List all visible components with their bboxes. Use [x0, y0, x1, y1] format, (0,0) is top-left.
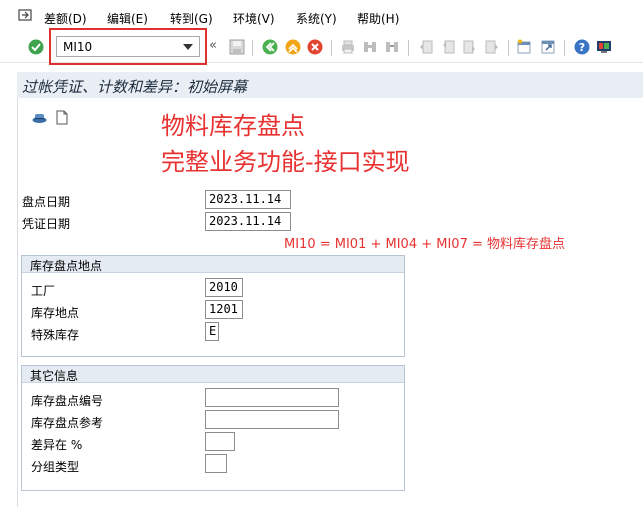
inventory-ref-field[interactable]: [205, 410, 339, 429]
annotation-subtitle: 完整业务功能-接口实现: [161, 148, 410, 176]
plant-label: 工厂: [31, 284, 56, 298]
document-icon[interactable]: [56, 110, 68, 125]
create-session-icon[interactable]: [516, 39, 532, 55]
cancel-icon[interactable]: [307, 39, 323, 55]
menu-item-difference[interactable]: 差额(D): [44, 10, 87, 27]
customize-layout-icon[interactable]: [596, 39, 612, 55]
last-page-icon[interactable]: [484, 39, 500, 55]
toolbar-separator: [564, 40, 565, 56]
inventory-doc-label: 库存盘点编号: [31, 394, 104, 408]
menu-item-edit[interactable]: 编辑(E): [107, 10, 148, 27]
count-date-field[interactable]: 2023.11.14: [205, 190, 291, 209]
toolbar-separator: [252, 40, 253, 56]
storage-location-label: 库存地点: [31, 306, 80, 320]
page-title: 过帐凭证、计数和差异：初始屏幕: [22, 78, 248, 96]
find-next-icon[interactable]: [384, 39, 400, 55]
difference-percent-field[interactable]: [205, 432, 235, 451]
svg-text:?: ?: [579, 41, 585, 54]
annotation-title: 物料库存盘点: [161, 112, 305, 140]
shortcut-icon[interactable]: [540, 39, 556, 55]
menu-item-goto[interactable]: 转到(G): [170, 10, 213, 27]
other-info-group-header: [22, 366, 404, 383]
difference-percent-label: 差异在 %: [31, 438, 83, 452]
inventory-doc-field[interactable]: [205, 388, 339, 407]
group-type-field[interactable]: [205, 454, 227, 473]
menu-item-environment[interactable]: 环境(V): [233, 10, 275, 27]
print-icon[interactable]: [340, 39, 356, 55]
toolbar-separator: [331, 40, 332, 56]
annotation-formula: MI10 = MI01 + MI04 + MI07 = 物料库存盘点: [284, 237, 565, 252]
exit-icon[interactable]: [285, 39, 301, 55]
save-icon[interactable]: [229, 39, 245, 55]
enter-check-icon[interactable]: [28, 39, 44, 55]
collapse-double-left-icon[interactable]: «: [209, 38, 217, 53]
inventory-ref-label: 库存盘点参考: [31, 416, 104, 430]
next-page-icon[interactable]: [462, 39, 478, 55]
plant-field[interactable]: 2010: [205, 278, 243, 297]
doc-date-label: 凭证日期: [22, 217, 71, 231]
doc-date-field[interactable]: 2023.11.14: [205, 212, 291, 231]
find-icon[interactable]: [362, 39, 378, 55]
other-info-group-title: 其它信息: [30, 369, 79, 383]
location-group-title: 库存盘点地点: [30, 259, 103, 273]
help-icon[interactable]: ?: [574, 39, 590, 55]
hat-icon[interactable]: [32, 111, 47, 125]
menu-item-system[interactable]: 系统(Y): [296, 10, 337, 27]
count-date-label: 盘点日期: [22, 195, 71, 209]
toolbar-separator: [408, 40, 409, 56]
storage-location-field[interactable]: 1201: [205, 300, 243, 319]
special-stock-field[interactable]: E: [205, 322, 219, 341]
group-type-label: 分组类型: [31, 460, 80, 474]
first-page-icon[interactable]: [418, 39, 434, 55]
back-icon[interactable]: [262, 39, 278, 55]
special-stock-label: 特殊库存: [31, 328, 80, 342]
menu-item-help[interactable]: 帮助(H): [357, 10, 399, 27]
previous-page-icon[interactable]: [440, 39, 456, 55]
exit-menu-icon[interactable]: [18, 9, 32, 21]
highlight-box: [49, 28, 207, 65]
toolbar-separator: [508, 40, 509, 56]
